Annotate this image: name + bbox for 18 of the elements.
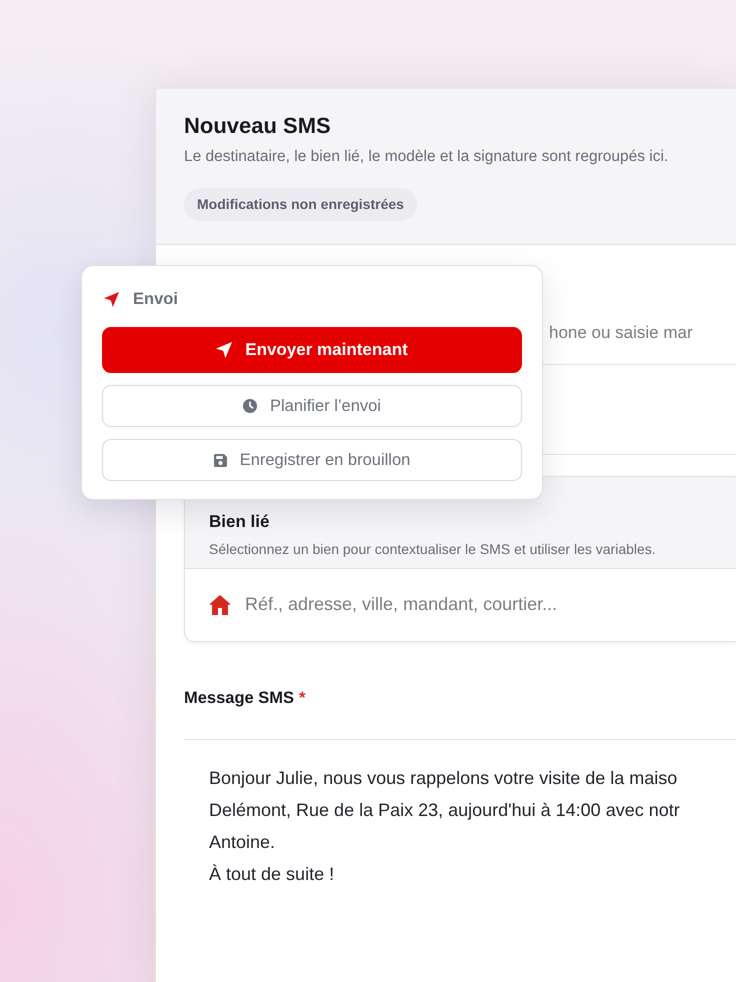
clock-icon: [243, 399, 257, 413]
field-label: Message SMS: [184, 688, 294, 707]
recipient-field[interactable]: hone ou saisie mar: [549, 320, 721, 346]
panel-title: Nouveau SMS: [184, 113, 332, 140]
card-title: Bien lié: [209, 512, 270, 532]
paper-plane-icon: [104, 292, 119, 306]
popover-title: Envoi: [133, 288, 178, 310]
property-search-field[interactable]: Réf., adresse, ville, mandant, courtier...: [245, 591, 712, 618]
schedule-button[interactable]: Planifier l’envoi: [102, 385, 522, 427]
card-description: Sélectionnez un bien pour contextualiser le SMS et utiliser les variables.: [209, 540, 657, 559]
house-icon: [209, 594, 231, 615]
required-mark: *: [299, 688, 306, 707]
send-now-button[interactable]: Envoyer maintenant: [102, 327, 522, 373]
panel-subtitle: Le destinataire, le bien lié, le modèle et la signature sont regroupés ici.: [184, 147, 670, 168]
message-field[interactable]: Bonjour Julie, nous vous rappelons votre visite de la maiso Delémont, Rue de la Paix 23, aujourd'hui à 14:00 avec notr Antoine. À tout de suite !: [184, 740, 736, 920]
status-badge: Modifications non enregistrées: [184, 188, 417, 221]
save-draft-button[interactable]: Enregistrer en brouillon: [102, 439, 522, 481]
paper-plane-icon: [216, 342, 232, 358]
